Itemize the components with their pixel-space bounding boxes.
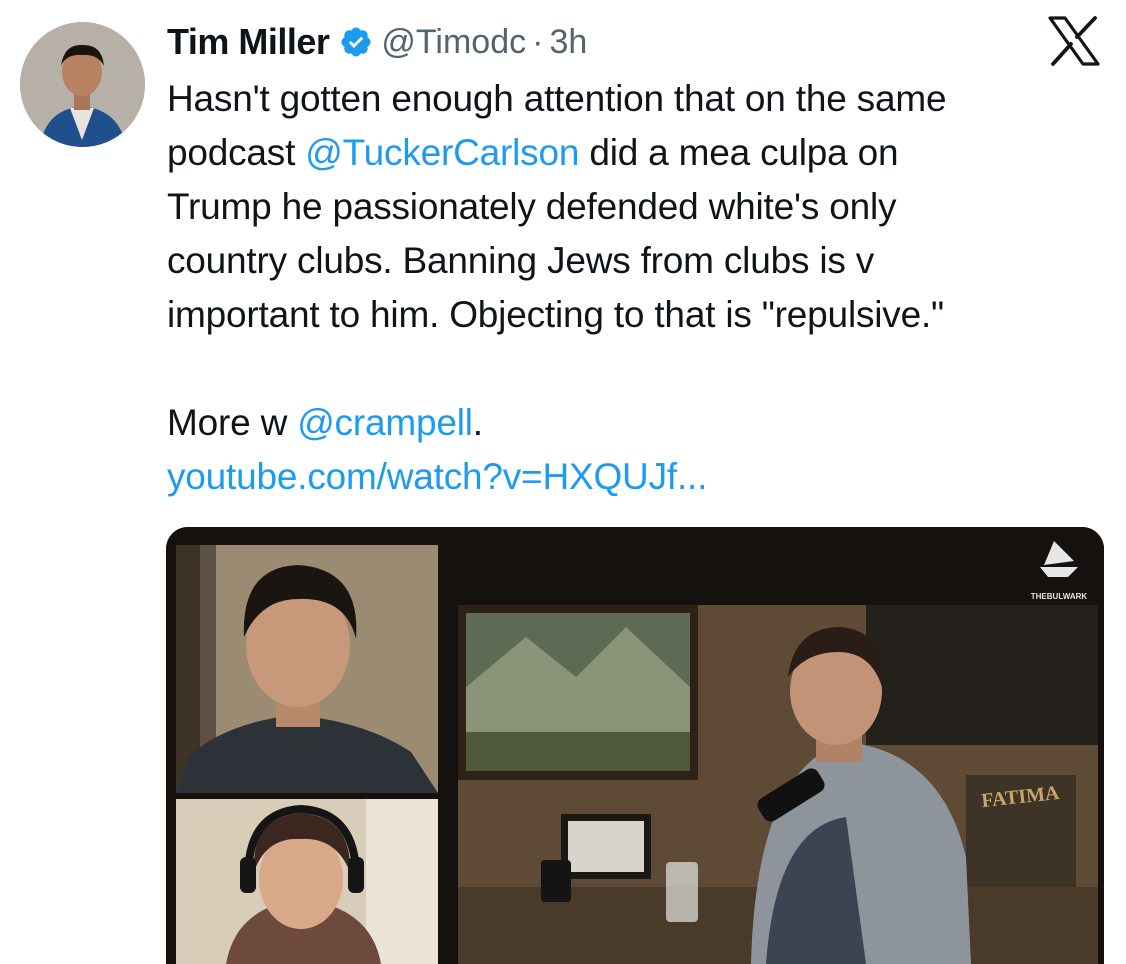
mention-tuckercarlson-link[interactable]: @TuckerCarlson	[305, 132, 579, 173]
video-preview[interactable]: FATIMA THEBULWARK	[166, 527, 1104, 964]
verified-badge-icon	[339, 25, 373, 59]
youtube-link[interactable]: youtube.com/watch?v=HXQUJf...	[167, 450, 1097, 504]
video-panel-studio: FATIMA	[458, 605, 1098, 964]
tweet-line: Hasn't gotten enough attention that on t…	[167, 78, 947, 119]
tweet-text-segment: More w	[167, 402, 298, 443]
tweet-line: country clubs. Banning Jews from clubs i…	[167, 240, 875, 281]
tweet-line: important to him. Objecting to that is "…	[167, 294, 944, 335]
tweet-text-segment: podcast	[167, 132, 306, 173]
tweet-timestamp[interactable]: 3h	[549, 23, 587, 62]
tweet-header: Tim Miller @Timodc · 3h	[167, 18, 587, 66]
tweet-line: Trump he passionately defended white's o…	[167, 186, 897, 227]
x-logo-icon[interactable]	[1046, 16, 1102, 66]
tweet-text-segment: .	[472, 402, 483, 443]
author-name[interactable]: Tim Miller	[167, 21, 330, 63]
tweet-text-segment: did a mea culpa on	[579, 132, 899, 173]
tweet-line: More w @crampell.	[167, 396, 1097, 450]
tweet-line: podcast @TuckerCarlson did a mea culpa o…	[167, 126, 1097, 180]
mention-crampell-link[interactable]: @crampell	[297, 402, 473, 443]
separator-dot: ·	[532, 22, 544, 61]
author-handle[interactable]: @Timodc	[381, 23, 526, 62]
video-panel-guest	[176, 799, 438, 964]
author-avatar[interactable]	[20, 22, 145, 147]
watermark-text: THEBULWARK	[1031, 592, 1088, 601]
video-panel-host	[176, 545, 438, 793]
tweet-text: Hasn't gotten enough attention that on t…	[167, 72, 1097, 504]
